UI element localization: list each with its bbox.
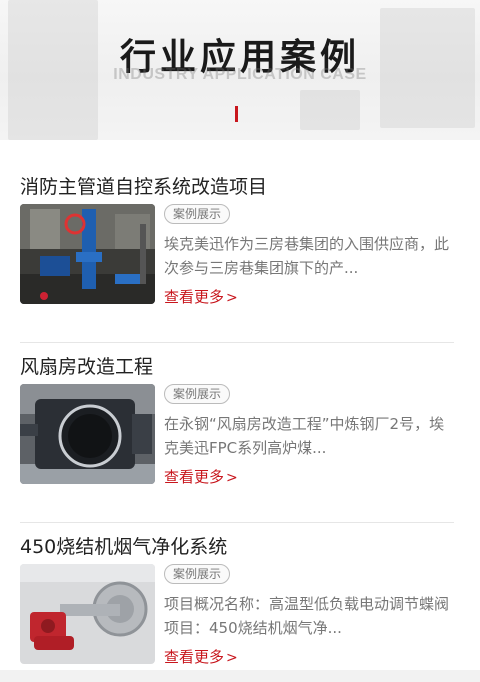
- case-description: 埃克美迅作为三房巷集团的入围供应商，此次参与三房巷集团旗下的产...: [164, 235, 450, 277]
- chevron-right-icon: >: [226, 290, 238, 306]
- case-thumbnail[interactable]: [20, 204, 155, 304]
- case-image-pipeline: [20, 204, 155, 304]
- view-more-label: 查看更多: [164, 288, 225, 306]
- chevron-right-icon: >: [226, 470, 238, 486]
- view-more-label: 查看更多: [164, 468, 225, 486]
- case-list: 消防主管道自控系统改造项目 案例展示 埃克美迅作为三房巷集团的入围供应商，此次参…: [0, 140, 480, 670]
- case-image-fan-duct: [20, 384, 155, 484]
- case-item[interactable]: 消防主管道自控系统改造项目 案例展示 埃克美迅作为三房巷集团的入围供应商，此次参…: [20, 172, 454, 342]
- case-tag: 案例展示: [164, 384, 231, 404]
- case-tag: 案例展示: [164, 204, 231, 224]
- hero-bg-shape: [300, 90, 360, 130]
- case-title[interactable]: 风扇房改造工程: [20, 352, 153, 379]
- section-subtitle: INDUSTRY APPLICATION CASE: [113, 66, 367, 83]
- case-title[interactable]: 消防主管道自控系统改造项目: [20, 172, 267, 199]
- view-more-label: 查看更多: [164, 648, 225, 666]
- case-tag: 案例展示: [164, 564, 231, 584]
- chevron-right-icon: >: [226, 650, 238, 666]
- title-accent-bar: [235, 106, 238, 122]
- case-thumbnail[interactable]: [20, 384, 155, 484]
- view-more-link[interactable]: 查看更多 >: [164, 466, 238, 487]
- case-thumbnail[interactable]: [20, 564, 155, 664]
- case-item[interactable]: 风扇房改造工程 案例展示 在永钢“风扇房改造工程”中炼钢厂2号，埃克美迅FPC系…: [20, 342, 454, 512]
- case-image-butterfly-valve: [20, 564, 155, 664]
- case-title[interactable]: 450烧结机烟气净化系统: [20, 532, 227, 559]
- case-description: 在永钢“风扇房改造工程”中炼钢厂2号，埃克美迅FPC系列高炉煤...: [164, 415, 445, 457]
- case-item[interactable]: 450烧结机烟气净化系统 案例展示 项目概况名称：高温型低负载电动调节蝶阀项目：…: [20, 512, 454, 682]
- case-description: 项目概况名称：高温型低负载电动调节蝶阀项目：450烧结机烟气净...: [164, 595, 450, 637]
- view-more-link[interactable]: 查看更多 >: [164, 286, 238, 307]
- hero-banner: 行业应用案例 INDUSTRY APPLICATION CASE: [0, 0, 480, 140]
- view-more-link[interactable]: 查看更多 >: [164, 646, 238, 667]
